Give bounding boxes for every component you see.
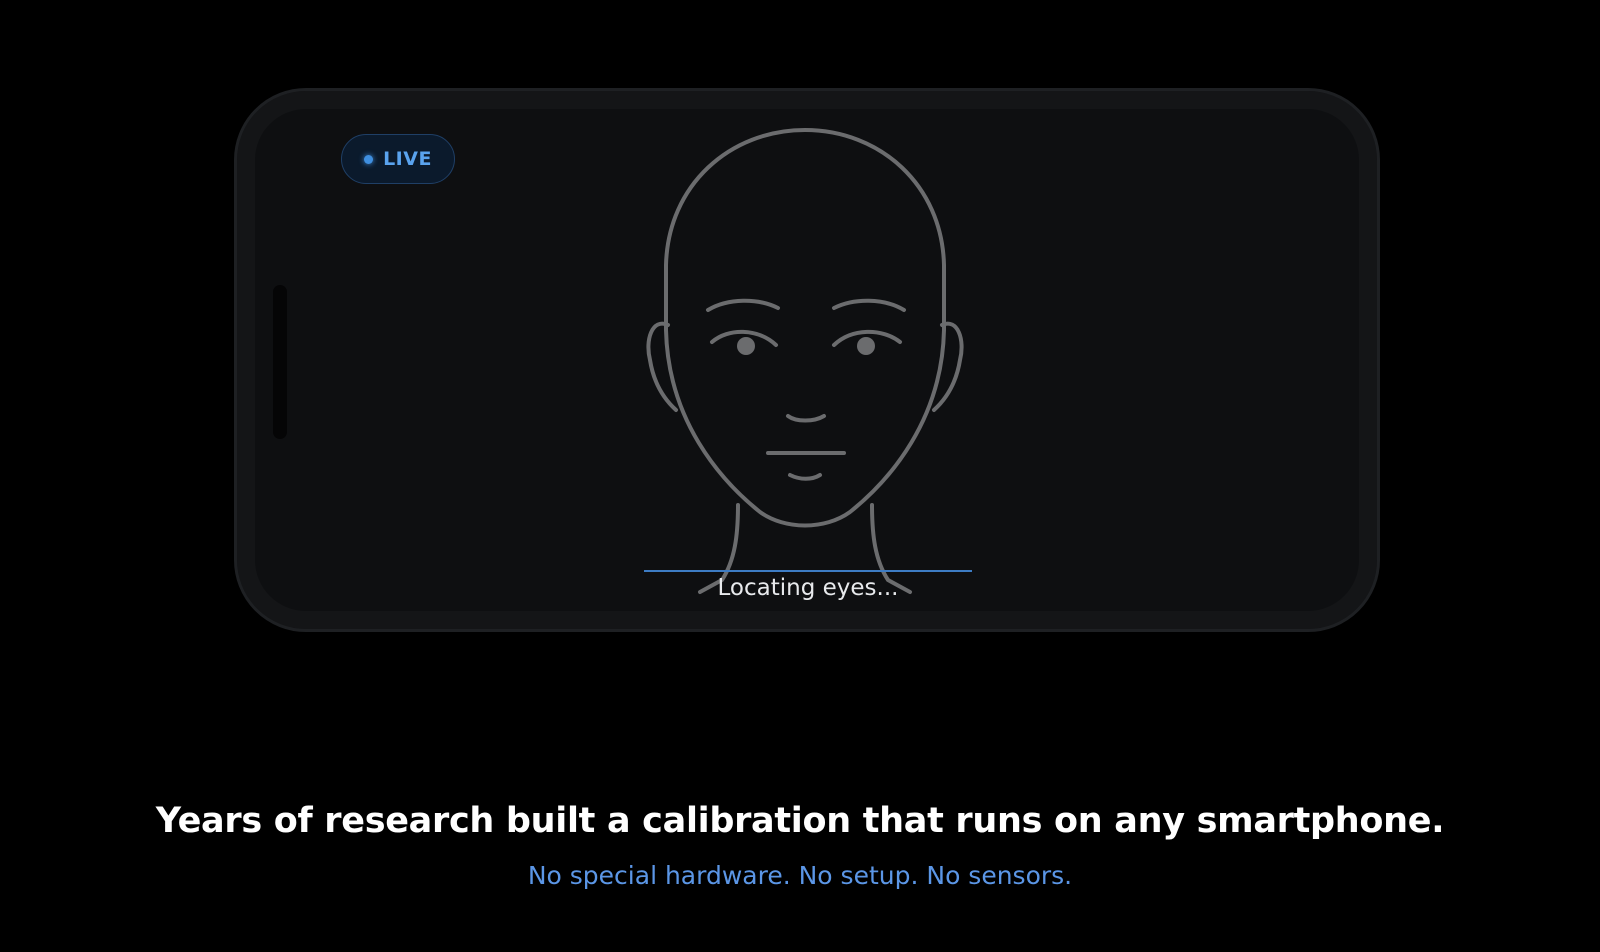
live-dot-icon [364, 154, 374, 164]
video-frame: LIVE Locating eyes... Years of research … [0, 0, 1600, 952]
caption-subheadline: No special hardware. No setup. No sensor… [527, 861, 1073, 890]
live-badge: LIVE [341, 134, 455, 184]
caption-headline: Years of research built a calibration th… [155, 801, 1445, 841]
live-badge-label: LIVE [383, 148, 432, 170]
scan-status-text: Locating eyes... [717, 575, 899, 601]
